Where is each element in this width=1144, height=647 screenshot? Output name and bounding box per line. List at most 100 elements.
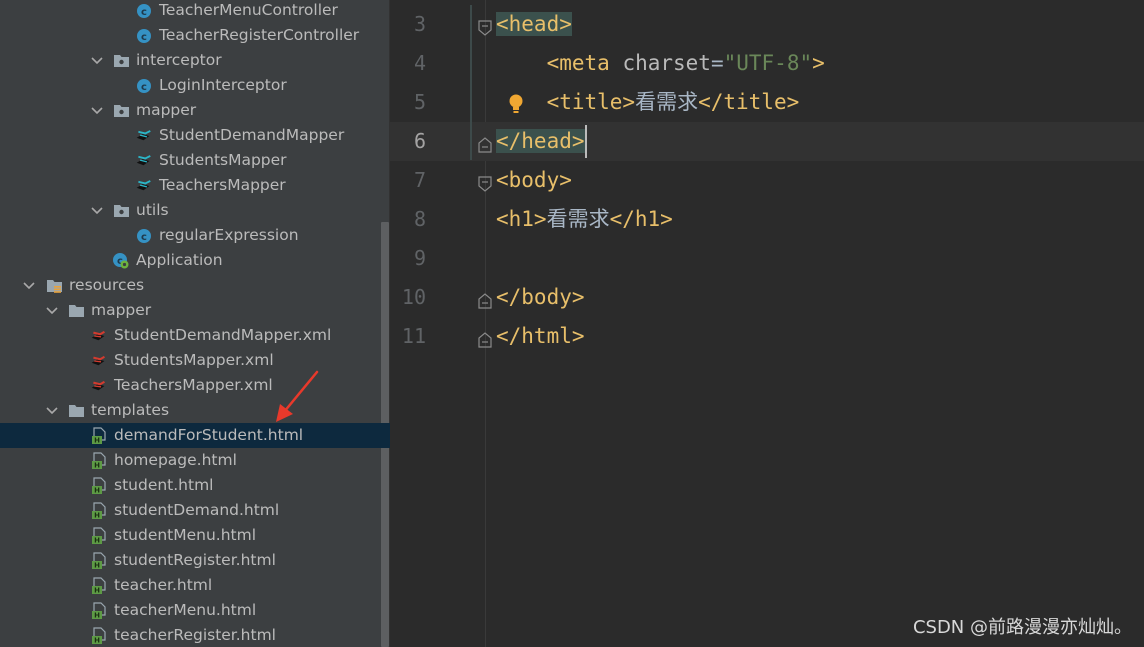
- tree-item[interactable]: resources: [0, 273, 380, 298]
- tree-item[interactable]: Hteacher.html: [0, 573, 380, 598]
- html-file-icon: H: [90, 551, 107, 569]
- fold-end-icon[interactable]: [476, 135, 494, 153]
- code-token: </html>: [496, 324, 585, 348]
- code-line[interactable]: 5 <title>看需求</title>: [390, 83, 1144, 122]
- code-token: <head>: [496, 12, 572, 36]
- folder-icon: [68, 302, 85, 319]
- svg-text:H: H: [94, 536, 100, 544]
- tree-item[interactable]: StudentsMapper.xml: [0, 348, 380, 373]
- tree-item[interactable]: StudentsMapper: [0, 148, 380, 173]
- svg-text:c: c: [141, 81, 147, 92]
- code-token: <body>: [496, 168, 572, 192]
- chevron-down-icon[interactable]: [22, 279, 36, 293]
- tree-item[interactable]: HstudentMenu.html: [0, 523, 380, 548]
- package-folder-icon: [113, 202, 130, 219]
- chevron-down-icon[interactable]: [90, 204, 104, 218]
- code-token: 看需求: [546, 207, 610, 231]
- line-number: 3: [413, 12, 426, 36]
- svg-text:H: H: [94, 561, 100, 569]
- tree-item[interactable]: c TeacherRegisterController: [0, 23, 380, 48]
- code-token: <title>: [546, 90, 636, 114]
- html-file-icon: H: [90, 601, 107, 619]
- chevron-down-icon[interactable]: [90, 54, 104, 68]
- tree-item[interactable]: mapper: [0, 298, 380, 323]
- mybatis-mapper-icon: [135, 127, 152, 144]
- tree-item[interactable]: HstudentRegister.html: [0, 548, 380, 573]
- code-text: <head>: [496, 5, 572, 44]
- code-token: <h1>: [496, 207, 547, 231]
- tree-item[interactable]: HteacherMenu.html: [0, 598, 380, 623]
- svg-text:c: c: [141, 6, 147, 17]
- tree-item-label: StudentDemandMapper: [159, 126, 345, 144]
- tree-item[interactable]: c regularExpression: [0, 223, 380, 248]
- tree-item[interactable]: c Application: [0, 248, 380, 273]
- project-tree: c TeacherMenuController c TeacherRegisterCo…: [0, 0, 380, 647]
- tree-item[interactable]: mapper: [0, 98, 380, 123]
- code-line[interactable]: 3 <head>: [390, 5, 1144, 44]
- tree-item-label: mapper: [136, 101, 197, 119]
- tree-item[interactable]: c TeacherMenuController: [0, 0, 380, 23]
- fold-start-icon[interactable]: [476, 18, 494, 36]
- tree-item[interactable]: Hhomepage.html: [0, 448, 380, 473]
- tree-item[interactable]: StudentDemandMapper.xml: [0, 323, 380, 348]
- tree-item[interactable]: templates: [0, 398, 380, 423]
- tree-item-label: utils: [136, 201, 169, 219]
- chevron-down-icon[interactable]: [45, 404, 59, 418]
- tree-item[interactable]: StudentDemandMapper: [0, 123, 380, 148]
- tree-item[interactable]: c LoginInterceptor: [0, 73, 380, 98]
- class-icon: c: [135, 2, 152, 19]
- code-line[interactable]: 11 </html>: [390, 317, 1144, 356]
- code-line[interactable]: 9: [390, 239, 1144, 278]
- chevron-down-icon[interactable]: [45, 304, 59, 318]
- tree-item-label: studentMenu.html: [114, 526, 257, 544]
- tree-item[interactable]: interceptor: [0, 48, 380, 73]
- tree-item[interactable]: HteacherRegister.html: [0, 623, 380, 647]
- code-text: </body>: [496, 278, 585, 317]
- line-number: 9: [413, 246, 426, 270]
- spring-boot-class-icon: c: [112, 252, 129, 269]
- code-text: </head>: [496, 122, 585, 161]
- resources-folder-icon: [46, 277, 63, 294]
- code-token: "UTF-8": [723, 51, 813, 75]
- tree-item[interactable]: utils: [0, 198, 380, 223]
- tree-item-label: teacher.html: [114, 576, 213, 594]
- code-text: <h1>看需求</h1>: [496, 200, 673, 239]
- tree-item[interactable]: HstudentDemand.html: [0, 498, 380, 523]
- svg-text:H: H: [94, 486, 100, 494]
- tree-item-label: TeacherRegisterController: [159, 26, 360, 44]
- code-line[interactable]: 10 </body>: [390, 278, 1144, 317]
- code-token: 看需求: [635, 90, 699, 114]
- svg-text:H: H: [94, 586, 100, 594]
- svg-text:H: H: [94, 461, 100, 469]
- code-line[interactable]: 7 <body>: [390, 161, 1144, 200]
- tree-item[interactable]: Hstudent.html: [0, 473, 380, 498]
- tree-item[interactable]: TeachersMapper.xml: [0, 373, 380, 398]
- chevron-down-icon[interactable]: [90, 104, 104, 118]
- fold-end-icon[interactable]: [476, 330, 494, 348]
- fold-start-icon[interactable]: [476, 174, 494, 192]
- code-line[interactable]: 4 <meta charset="UTF-8">: [390, 44, 1144, 83]
- folder-icon: [68, 402, 85, 419]
- code-editor[interactable]: 3 <head> 4 <meta charset="UTF-8"> 5 <title>…: [390, 0, 1144, 647]
- line-number: 8: [413, 207, 426, 231]
- code-line[interactable]: 6 </head>: [390, 122, 1144, 161]
- mybatis-mapper-icon: [135, 177, 152, 194]
- html-file-icon: H: [90, 501, 107, 519]
- tree-item-label: resources: [69, 276, 145, 294]
- code-token: </title>: [698, 90, 800, 114]
- mybatis-xml-icon: [90, 327, 107, 344]
- class-icon: c: [135, 77, 152, 94]
- tree-item-label: StudentsMapper: [159, 151, 287, 169]
- class-icon: c: [135, 27, 152, 44]
- svg-text:c: c: [141, 231, 147, 242]
- tree-item-label: studentRegister.html: [114, 551, 276, 569]
- class-icon: c: [135, 227, 152, 244]
- fold-end-icon[interactable]: [476, 291, 494, 309]
- code-line[interactable]: 8 <h1>看需求</h1>: [390, 200, 1144, 239]
- tree-item[interactable]: TeachersMapper: [0, 173, 380, 198]
- tree-item-label: homepage.html: [114, 451, 237, 469]
- code-text: <body>: [496, 161, 572, 200]
- tree-item[interactable]: HdemandForStudent.html: [0, 423, 390, 448]
